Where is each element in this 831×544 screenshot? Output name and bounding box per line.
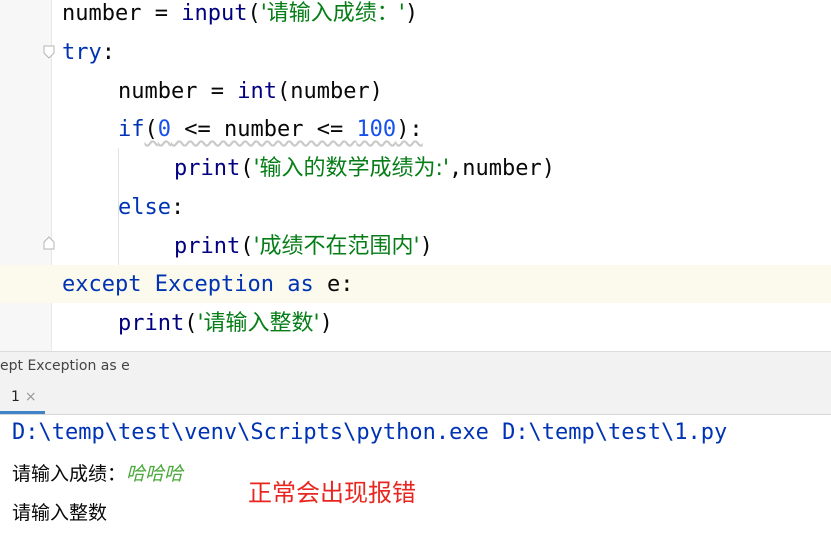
red-annotation-text: 正常会出现报错 <box>248 479 416 507</box>
run-console[interactable]: D:\temp\test\venv\Scripts\python.exe D:\… <box>0 415 831 544</box>
fold-end-marker-icon[interactable] <box>42 236 56 250</box>
fold-marker-icon[interactable] <box>42 45 56 59</box>
console-command-line: D:\temp\test\venv\Scripts\python.exe D:\… <box>12 420 728 445</box>
code-line-3[interactable]: number = int(number) <box>118 72 383 111</box>
code-line-5[interactable]: print('输入的数学成绩为:',number) <box>174 149 555 188</box>
code-editor[interactable]: number = input('请输入成绩：') try: number = i… <box>0 0 831 351</box>
code-line-6[interactable]: else: <box>118 188 184 227</box>
console-prompt-line: 请输入成绩：哈哈哈 <box>12 463 184 485</box>
breadcrumb[interactable]: ept Exception as e <box>0 351 831 382</box>
close-icon[interactable]: × <box>25 389 37 405</box>
run-tab-1[interactable]: 1 × <box>0 381 45 414</box>
console-output-line: 请输入整数 <box>12 502 108 524</box>
code-line-4[interactable]: if(0 <= number <= 100): <box>118 110 423 149</box>
code-line-8[interactable]: except Exception as e: <box>62 265 353 304</box>
breadcrumb-label[interactable]: ept Exception as e <box>0 358 130 374</box>
run-tab-label: 1 <box>11 389 20 405</box>
code-line-9[interactable]: print('请输入整数') <box>118 304 333 343</box>
code-line-7[interactable]: print('成绩不在范围内') <box>174 227 433 266</box>
run-tool-window-tabs: 1 × <box>0 381 831 415</box>
code-line-2[interactable]: try: <box>62 33 115 72</box>
code-line-1[interactable]: number = input('请输入成绩：') <box>62 0 418 33</box>
console-user-input: 哈哈哈 <box>126 463 184 485</box>
